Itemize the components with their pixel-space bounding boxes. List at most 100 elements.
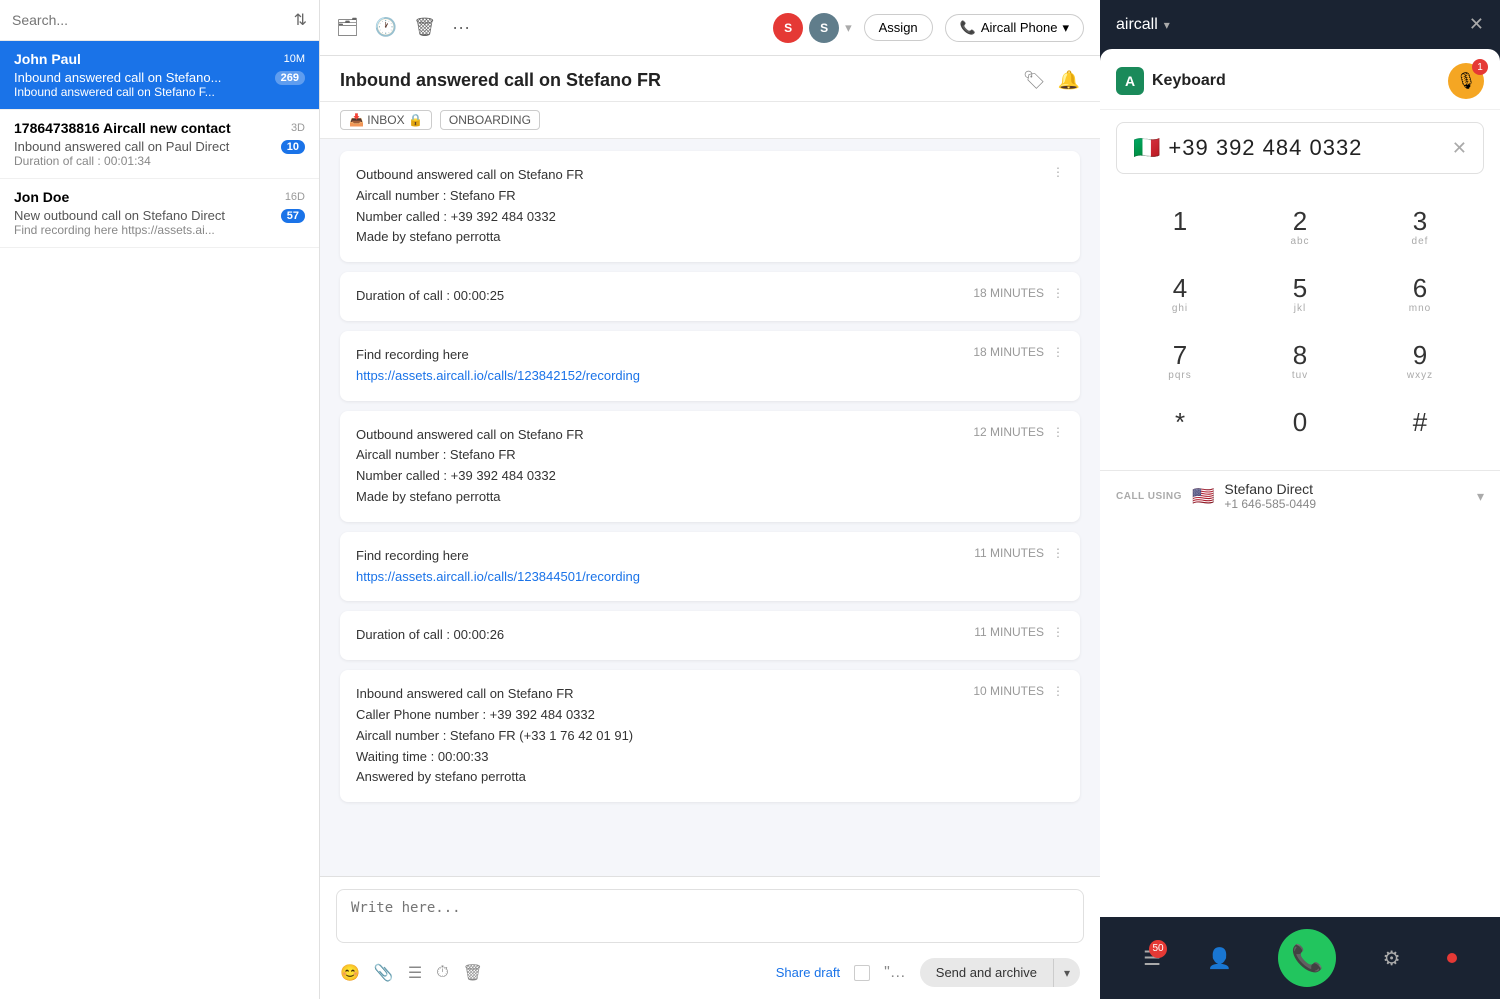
dial-sub-9: wxyz bbox=[1407, 370, 1433, 381]
contacts-icon[interactable]: 👤 bbox=[1207, 946, 1232, 971]
msg-link[interactable]: https://assets.aircall.io/calls/12384215… bbox=[356, 368, 640, 383]
share-draft-button[interactable]: Share draft bbox=[776, 965, 840, 980]
call-using-label: CALL USING bbox=[1116, 490, 1182, 503]
msg-line: Aircall number : Stefano FR (+33 1 76 42… bbox=[356, 726, 633, 747]
dial-main-7: 7 bbox=[1173, 342, 1187, 368]
search-input[interactable] bbox=[12, 12, 294, 28]
dial-key-5[interactable]: 5 jkl bbox=[1240, 261, 1360, 328]
bell-icon[interactable]: 🔔 bbox=[1058, 70, 1080, 91]
dial-sub-4: ghi bbox=[1172, 303, 1188, 314]
dial-key-1[interactable]: 1 bbox=[1120, 194, 1240, 261]
checkbox-icon[interactable] bbox=[854, 965, 870, 981]
conversation-item[interactable]: Jon Doe 16D New outbound call on Stefano… bbox=[0, 179, 319, 248]
label-icon[interactable]: 🏷 bbox=[1023, 70, 1046, 91]
send-archive-dropdown[interactable]: ▾ bbox=[1053, 959, 1080, 987]
top-bar-icons: 🗂 🕐 🗑 ··· bbox=[336, 17, 470, 38]
tag-inbox[interactable]: 📥 INBOX 🔒 bbox=[340, 110, 432, 130]
compose-input[interactable] bbox=[336, 889, 1084, 943]
dial-key-4[interactable]: 4 ghi bbox=[1120, 261, 1240, 328]
checklist-icon[interactable]: ☰ bbox=[408, 963, 422, 983]
dial-key-2[interactable]: 2 abc bbox=[1240, 194, 1360, 261]
dial-main-*: * bbox=[1175, 409, 1185, 435]
msg-body: Duration of call : 00:00:26 bbox=[356, 625, 504, 646]
recording-icon[interactable] bbox=[1447, 953, 1457, 963]
assign-button[interactable]: Assign bbox=[864, 14, 933, 41]
conversation-item[interactable]: John Paul 10M Inbound answered call on S… bbox=[0, 41, 319, 110]
more-options-icon[interactable]: "… bbox=[884, 964, 906, 982]
dial-main-#: # bbox=[1413, 409, 1427, 435]
call-using-dropdown[interactable]: ▾ bbox=[1477, 488, 1484, 505]
clock-icon[interactable]: 🕐 bbox=[375, 17, 397, 38]
more-icon[interactable]: ··· bbox=[452, 17, 470, 38]
message-card: Outbound answered call on Stefano FRAirc… bbox=[340, 411, 1080, 522]
conversation-list: John Paul 10M Inbound answered call on S… bbox=[0, 41, 319, 999]
aircall-bottom-bar: ☰ 50 👤 📞 ⚙ bbox=[1100, 917, 1500, 999]
msg-more-icon[interactable]: ⋮ bbox=[1052, 625, 1064, 639]
msg-more-icon[interactable]: ⋮ bbox=[1052, 684, 1064, 698]
clear-phone-button[interactable]: ✕ bbox=[1452, 138, 1467, 159]
dial-key-6[interactable]: 6 mno bbox=[1360, 261, 1480, 328]
msg-time: 18 MINUTES ⋮ bbox=[973, 286, 1064, 300]
dial-main-8: 8 bbox=[1293, 342, 1307, 368]
conversation-item[interactable]: 17864738816 Aircall new contact 3D Inbou… bbox=[0, 110, 319, 179]
aircall-phone-label: Aircall Phone bbox=[981, 20, 1058, 35]
conversations-icon[interactable]: ☰ 50 bbox=[1143, 946, 1161, 971]
archive-icon[interactable]: 🗂 bbox=[336, 17, 359, 38]
call-using-label-block: CALL USING bbox=[1116, 490, 1182, 503]
avatar-s1[interactable]: S bbox=[773, 13, 803, 43]
avatar-s2[interactable]: S bbox=[809, 13, 839, 43]
conv-subject: Inbound answered call on Paul Direct 10 bbox=[14, 139, 305, 154]
send-archive-button[interactable]: Send and archive ▾ bbox=[920, 958, 1080, 987]
msg-line: Aircall number : Stefano FR bbox=[356, 186, 584, 207]
dial-key-7[interactable]: 7 pqrs bbox=[1120, 328, 1240, 395]
conv-badge: 269 bbox=[275, 71, 305, 85]
conv-preview: Inbound answered call on Stefano F... bbox=[14, 85, 305, 99]
conv-subject: Inbound answered call on Stefano... 269 bbox=[14, 70, 305, 85]
msg-more-icon[interactable]: ⋮ bbox=[1052, 165, 1064, 179]
msg-more-icon[interactable]: ⋮ bbox=[1052, 546, 1064, 560]
msg-more-icon[interactable]: ⋮ bbox=[1052, 286, 1064, 300]
aircall-logo-text: aircall bbox=[1116, 16, 1158, 34]
msg-time: 10 MINUTES ⋮ bbox=[973, 684, 1064, 698]
aircall-close-button[interactable]: ✕ bbox=[1469, 14, 1484, 35]
msg-body: Duration of call : 00:00:25 bbox=[356, 286, 504, 307]
aircall-header: aircall ▾ ✕ bbox=[1100, 0, 1500, 49]
trash-icon[interactable]: 🗑 bbox=[413, 17, 436, 38]
dial-key-#[interactable]: # bbox=[1360, 395, 1480, 462]
dial-main-3: 3 bbox=[1413, 208, 1427, 234]
sort-icon[interactable]: ⇅ bbox=[294, 10, 307, 30]
conversations-badge: 50 bbox=[1149, 940, 1167, 958]
avatars-dropdown[interactable]: ▾ bbox=[845, 20, 852, 36]
timer-icon[interactable]: ⏱ bbox=[436, 964, 448, 982]
msg-more-icon[interactable]: ⋮ bbox=[1052, 345, 1064, 359]
dial-key-8[interactable]: 8 tuv bbox=[1240, 328, 1360, 395]
msg-body: Outbound answered call on Stefano FRAirc… bbox=[356, 425, 584, 508]
msg-time: 12 MINUTES ⋮ bbox=[973, 425, 1064, 439]
dial-key-*[interactable]: * bbox=[1120, 395, 1240, 462]
settings-icon[interactable]: ⚙ bbox=[1383, 946, 1401, 971]
call-button[interactable]: 📞 bbox=[1278, 929, 1336, 987]
dial-main-1: 1 bbox=[1173, 208, 1187, 234]
conv-time: 3D bbox=[291, 122, 305, 134]
aircall-dropdown-icon[interactable]: ▾ bbox=[1164, 18, 1170, 32]
delete-icon[interactable]: 🗑 bbox=[463, 963, 483, 983]
call-using-row: CALL USING 🇺🇸 Stefano Direct +1 646-585-… bbox=[1100, 470, 1500, 521]
msg-more-icon[interactable]: ⋮ bbox=[1052, 425, 1064, 439]
msg-header: Duration of call : 00:00:26 11 MINUTES ⋮ bbox=[356, 625, 1064, 646]
dial-main-9: 9 bbox=[1413, 342, 1427, 368]
conv-time: 16D bbox=[285, 191, 305, 203]
aircall-phone-button[interactable]: 📞 Aircall Phone ▾ bbox=[945, 14, 1084, 42]
dial-key-0[interactable]: 0 bbox=[1240, 395, 1360, 462]
msg-header: Duration of call : 00:00:25 18 MINUTES ⋮ bbox=[356, 286, 1064, 307]
mic-button[interactable]: 🎙 1 bbox=[1448, 63, 1484, 99]
dial-key-9[interactable]: 9 wxyz bbox=[1360, 328, 1480, 395]
msg-line: Aircall number : Stefano FR bbox=[356, 445, 584, 466]
mic-icon: 🎙 bbox=[1456, 71, 1476, 91]
tag-onboarding[interactable]: ONBOARDING bbox=[440, 110, 540, 130]
attachment-icon[interactable]: 📎 bbox=[374, 963, 394, 983]
msg-link[interactable]: https://assets.aircall.io/calls/12384450… bbox=[356, 569, 640, 584]
emoji-icon[interactable]: 😊 bbox=[340, 963, 360, 983]
msg-header: Find recording herehttps://assets.aircal… bbox=[356, 546, 1064, 588]
msg-line: Waiting time : 00:00:33 bbox=[356, 747, 633, 768]
dial-key-3[interactable]: 3 def bbox=[1360, 194, 1480, 261]
